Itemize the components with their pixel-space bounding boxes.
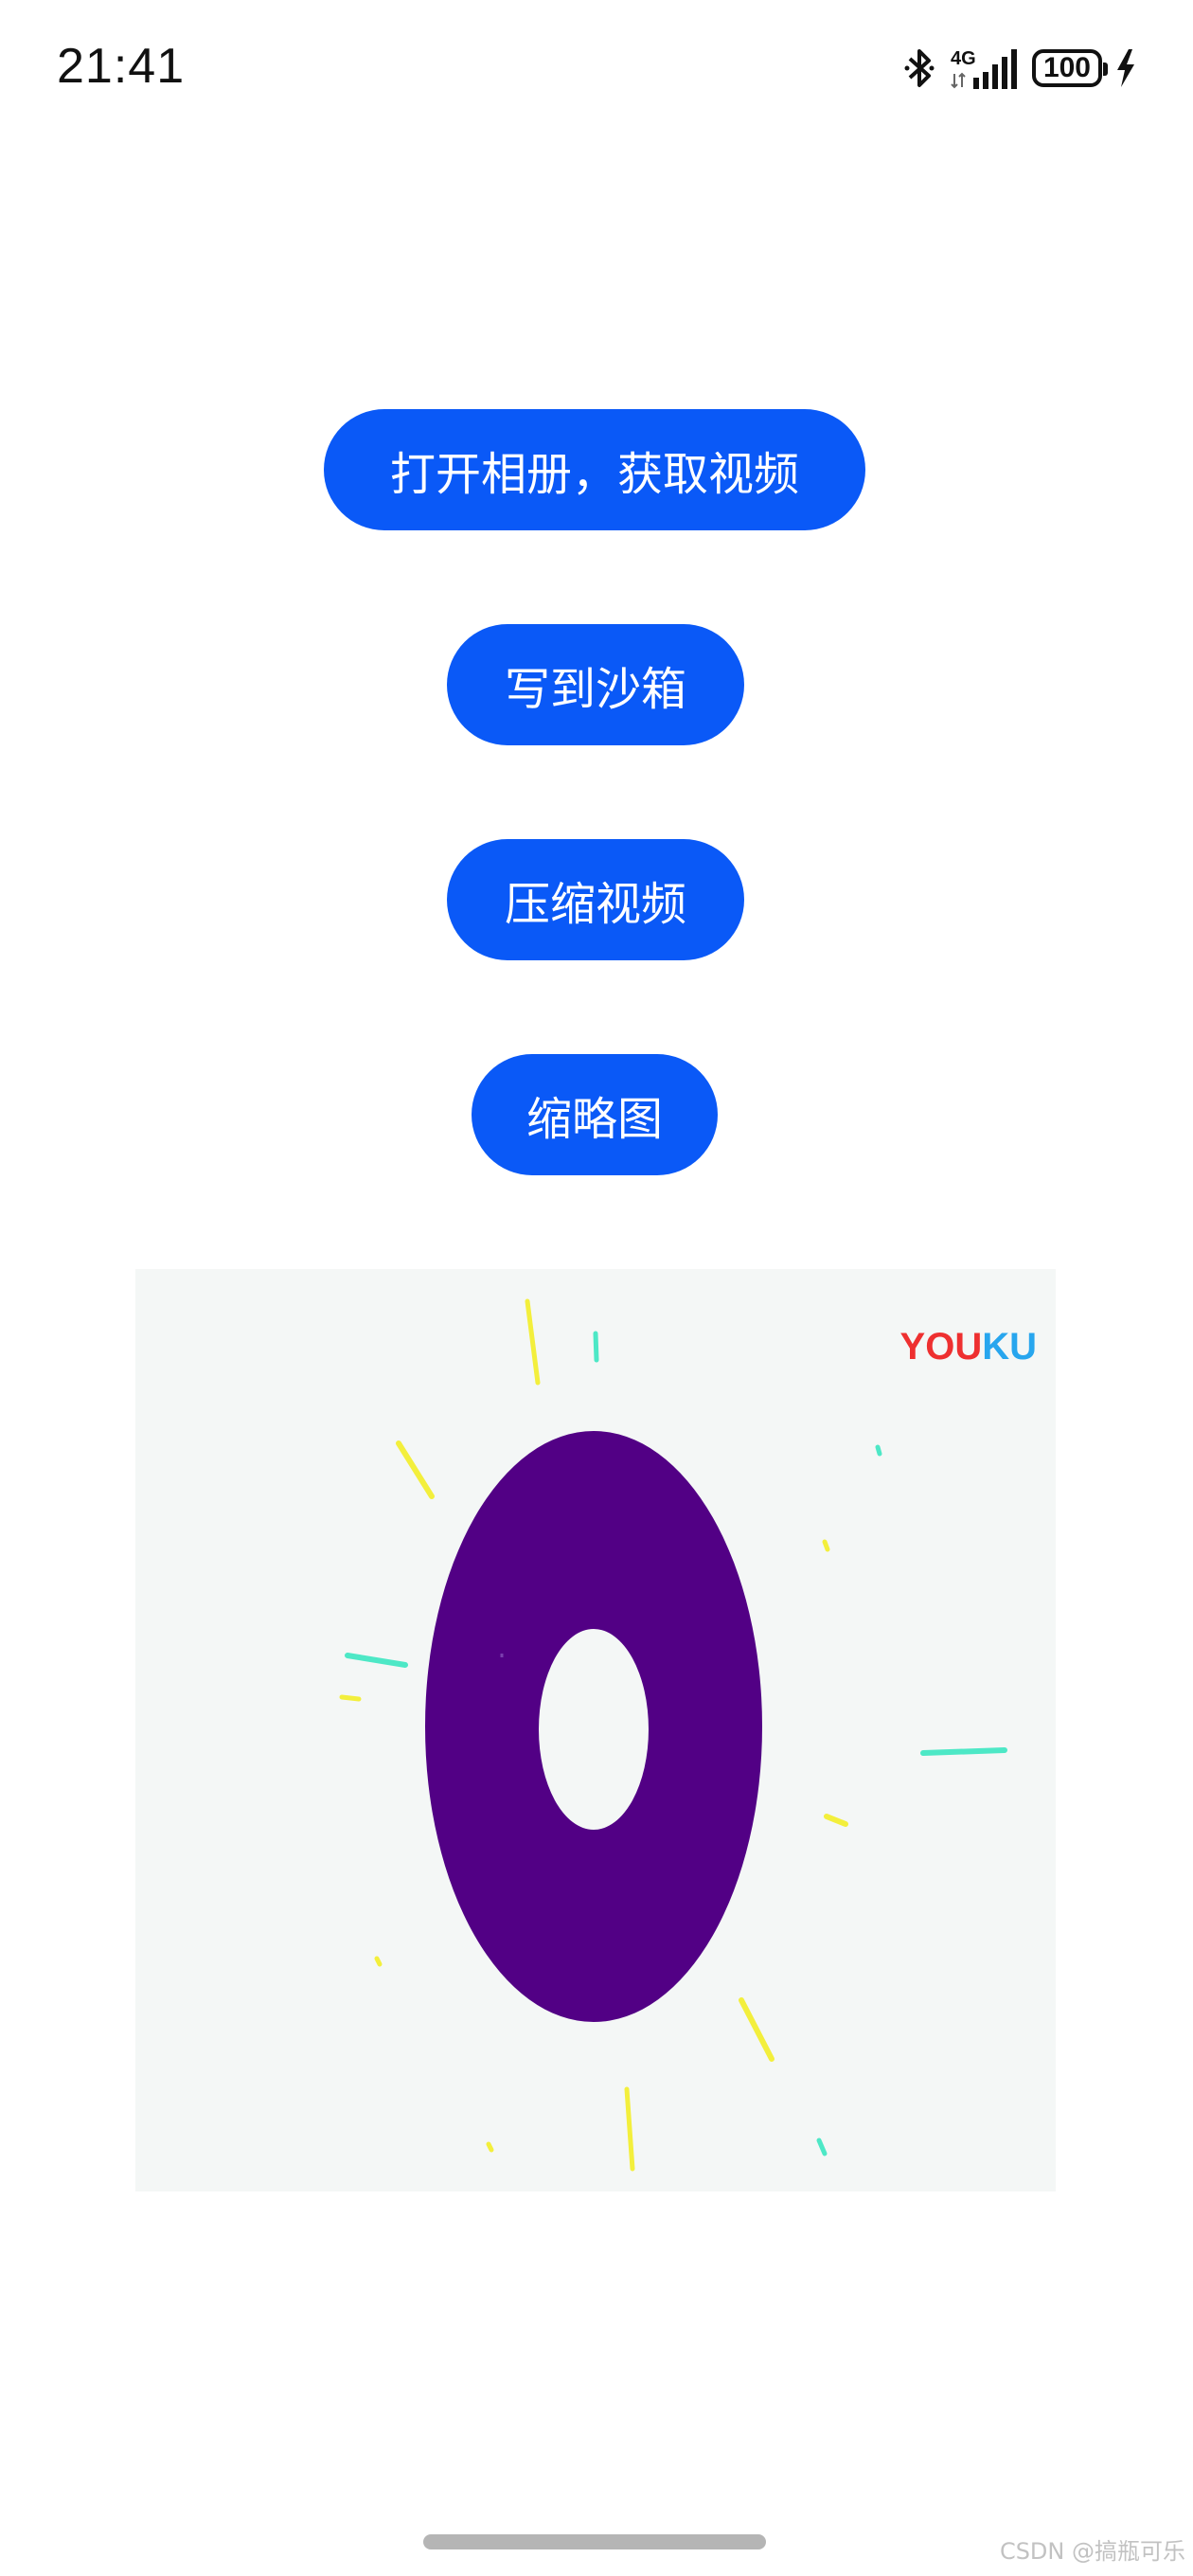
video-thumbnail: YOUKU xyxy=(135,1269,1056,2191)
ray xyxy=(739,1997,775,2062)
battery-level: 100 xyxy=(1042,52,1091,83)
ray xyxy=(920,1747,1007,1756)
bluetooth-icon xyxy=(904,49,935,87)
ray xyxy=(339,1694,362,1702)
ray xyxy=(822,1539,830,1552)
ray xyxy=(486,2141,494,2153)
open-album-button[interactable]: 打开相册，获取视频 xyxy=(324,409,865,530)
write-sandbox-button[interactable]: 写到沙箱 xyxy=(447,624,744,745)
ray xyxy=(816,2138,828,2156)
youku-watermark-logo: YOUKU xyxy=(900,1326,1037,1368)
ring-shape xyxy=(425,1431,762,2022)
compress-video-button[interactable]: 压缩视频 xyxy=(447,839,744,960)
ray xyxy=(525,1298,541,1386)
status-time: 21:41 xyxy=(57,39,186,94)
ray xyxy=(824,1814,848,1827)
ray xyxy=(345,1653,408,1668)
logo-part-red: YOU xyxy=(899,1326,983,1368)
ray xyxy=(875,1444,882,1457)
thumbnail-artwork xyxy=(339,1298,1007,2172)
logo-part-blue: KU xyxy=(982,1326,1037,1368)
thumbnail-button[interactable]: 缩略图 xyxy=(472,1054,718,1175)
battery-icon: 100 xyxy=(1031,49,1109,87)
status-bar: 21:41 4G 100 xyxy=(0,0,1193,133)
network-type-label: 4G xyxy=(951,48,976,69)
signal-icon: 4G xyxy=(951,48,1017,89)
status-icons: 4G 100 xyxy=(903,44,1136,93)
ray xyxy=(374,1956,383,1967)
ray xyxy=(396,1440,435,1499)
charging-icon xyxy=(1117,49,1134,87)
home-indicator[interactable] xyxy=(423,2534,766,2549)
ray xyxy=(624,2086,635,2172)
credit-watermark: CSDN @搞瓶可乐 xyxy=(999,2538,1185,2565)
